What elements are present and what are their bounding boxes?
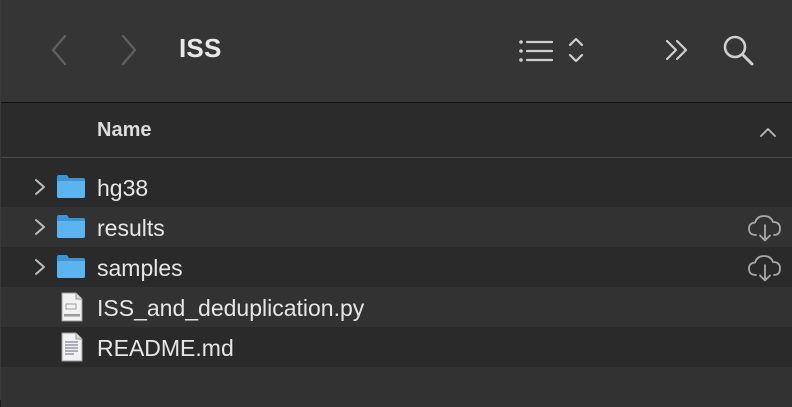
column-header: Name xyxy=(1,103,792,158)
disclosure-triangle-icon[interactable] xyxy=(33,218,47,236)
search-button[interactable] xyxy=(717,28,759,72)
more-toolbar-items-button[interactable] xyxy=(657,30,697,70)
list-item-iss-and-deduplication[interactable]: ISS_and_deduplication.py xyxy=(1,287,792,327)
back-button[interactable] xyxy=(41,28,77,72)
finder-window: ISS Name hg38 results samples ISS_and_de… xyxy=(0,0,792,407)
chevron-up-icon xyxy=(760,128,776,137)
sort-button[interactable] xyxy=(759,125,777,143)
list-view-icon xyxy=(519,37,584,63)
file-name: README.md xyxy=(97,335,234,361)
list-item-hg38[interactable]: hg38 xyxy=(1,167,792,207)
view-options-button[interactable] xyxy=(515,30,591,70)
chevron-right-icon xyxy=(121,34,137,66)
chevron-left-icon xyxy=(51,34,67,66)
disclosure-triangle-icon[interactable] xyxy=(33,258,47,276)
file-name: samples xyxy=(97,255,183,281)
markdown-file-icon xyxy=(61,332,83,362)
double-chevron-right-icon xyxy=(665,39,688,61)
list-item-results[interactable]: results xyxy=(1,207,792,247)
name-column-header[interactable]: Name xyxy=(97,119,151,142)
folder-icon xyxy=(57,175,85,198)
disclosure-triangle-icon[interactable] xyxy=(33,178,47,196)
file-name: ISS_and_deduplication.py xyxy=(97,295,365,321)
window-title: ISS xyxy=(179,33,222,63)
forward-button[interactable] xyxy=(111,28,147,72)
list-item-readme[interactable]: README.md xyxy=(1,327,792,367)
cloud-download-icon[interactable] xyxy=(747,213,783,243)
folder-icon xyxy=(57,255,85,278)
toolbar: ISS xyxy=(1,0,792,103)
empty-row xyxy=(1,367,792,407)
file-name: results xyxy=(97,215,165,241)
file-list: hg38 results samples ISS_and_deduplicati… xyxy=(1,167,792,407)
cloud-download-icon[interactable] xyxy=(747,253,783,283)
magnifier-icon xyxy=(723,35,754,66)
file-name: hg38 xyxy=(97,175,149,201)
list-item-samples[interactable]: samples xyxy=(1,247,792,287)
python-file-icon xyxy=(61,292,83,322)
folder-icon xyxy=(57,215,85,238)
